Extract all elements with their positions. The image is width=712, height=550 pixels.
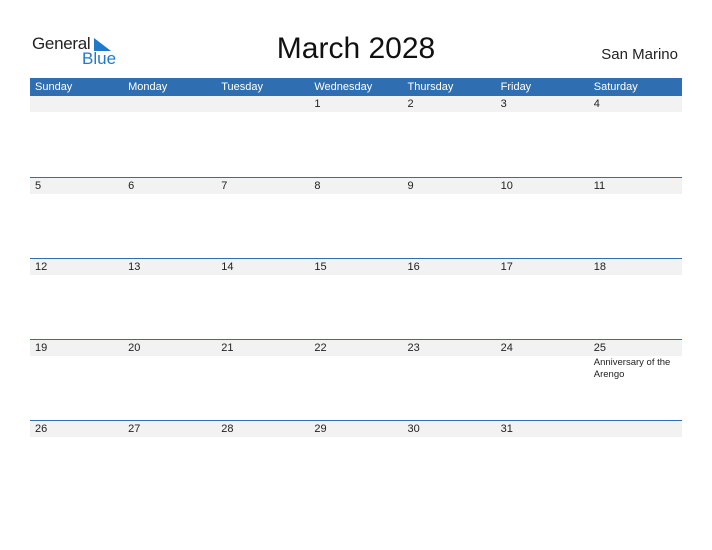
- day-cell[interactable]: 17: [496, 259, 589, 339]
- day-cell[interactable]: 22: [309, 340, 402, 420]
- day-cell[interactable]: 19: [30, 340, 123, 420]
- day-number: 10: [500, 180, 513, 192]
- day-cell[interactable]: 9: [403, 178, 496, 258]
- day-cell[interactable]: 23: [403, 340, 496, 420]
- day-cell[interactable]: [123, 96, 216, 177]
- holiday-event: Anniversary of the Arengo: [593, 357, 671, 380]
- day-number: 7: [221, 180, 228, 192]
- day-number: 6: [128, 180, 135, 192]
- day-number: 19: [35, 342, 48, 354]
- day-cell[interactable]: 4: [589, 96, 682, 177]
- week-row: 19 20 21 22 23 24 25 Anniversary of the Arengo: [30, 339, 682, 420]
- day-number: 25: [593, 342, 606, 354]
- day-number: 29: [314, 423, 327, 435]
- weekday-wednesday: Wednesday: [314, 81, 373, 93]
- week-row: 26 27 28 29 30 31: [30, 420, 682, 501]
- day-cell[interactable]: 30: [403, 421, 496, 501]
- day-number: 26: [35, 423, 48, 435]
- day-cell[interactable]: 11: [589, 178, 682, 258]
- day-number: 31: [500, 423, 513, 435]
- day-number: 16: [407, 261, 420, 273]
- day-cell[interactable]: 26: [30, 421, 123, 501]
- day-cell[interactable]: 24: [496, 340, 589, 420]
- day-number: 3: [500, 98, 507, 110]
- day-number: 18: [593, 261, 606, 273]
- weekday-sunday: Sunday: [35, 81, 73, 93]
- week-row: 5 6 7 8 9 10 11: [30, 177, 682, 258]
- day-number: 9: [407, 180, 414, 192]
- week-row: 1 2 3 4: [30, 96, 682, 177]
- day-number: 5: [35, 180, 42, 192]
- day-cell[interactable]: 12: [30, 259, 123, 339]
- day-number: 17: [500, 261, 513, 273]
- day-number: 20: [128, 342, 141, 354]
- day-number: 23: [407, 342, 420, 354]
- day-cell[interactable]: 2: [403, 96, 496, 177]
- day-number: 2: [407, 98, 414, 110]
- day-cell[interactable]: 16: [403, 259, 496, 339]
- day-number: 30: [407, 423, 420, 435]
- weekday-tuesday: Tuesday: [221, 81, 264, 93]
- day-cell[interactable]: 8: [309, 178, 402, 258]
- day-cell[interactable]: 29: [309, 421, 402, 501]
- day-number: 28: [221, 423, 234, 435]
- day-cell[interactable]: 13: [123, 259, 216, 339]
- day-number: 27: [128, 423, 141, 435]
- day-cell[interactable]: 7: [216, 178, 309, 258]
- day-cell[interactable]: 10: [496, 178, 589, 258]
- day-cell[interactable]: 20: [123, 340, 216, 420]
- day-number: 8: [314, 180, 321, 192]
- day-cell[interactable]: 14: [216, 259, 309, 339]
- weekday-header: Sunday Monday Tuesday Wednesday Thursday…: [30, 78, 682, 96]
- day-cell[interactable]: 28: [216, 421, 309, 501]
- day-cell[interactable]: 25 Anniversary of the Arengo: [589, 340, 682, 420]
- day-cell[interactable]: [589, 421, 682, 501]
- weekday-saturday: Saturday: [593, 81, 638, 93]
- week-row: 12 13 14 15 16 17 18: [30, 258, 682, 339]
- day-cell[interactable]: 31: [496, 421, 589, 501]
- day-cell[interactable]: 27: [123, 421, 216, 501]
- country-label: San Marino: [601, 46, 678, 63]
- day-cell[interactable]: [30, 96, 123, 177]
- day-cell[interactable]: 18: [589, 259, 682, 339]
- day-number: 12: [35, 261, 48, 273]
- day-number: 14: [221, 261, 234, 273]
- weekday-friday: Friday: [500, 81, 532, 93]
- day-cell[interactable]: [216, 96, 309, 177]
- day-number: 11: [593, 180, 606, 192]
- day-cell[interactable]: 6: [123, 178, 216, 258]
- day-number: 22: [314, 342, 327, 354]
- day-cell[interactable]: 5: [30, 178, 123, 258]
- day-cell[interactable]: 1: [309, 96, 402, 177]
- day-number: 13: [128, 261, 141, 273]
- calendar-grid: 1 2 3 4 5 6 7 8 9 10 11 12 13 14 15 16 17 18 19 20 21 22 23 24 2…: [30, 96, 682, 501]
- weekday-thursday: Thursday: [407, 81, 454, 93]
- day-cell[interactable]: 21: [216, 340, 309, 420]
- day-number: 24: [500, 342, 513, 354]
- day-number: 4: [593, 98, 600, 110]
- day-number: 15: [314, 261, 327, 273]
- day-cell[interactable]: 3: [496, 96, 589, 177]
- day-number: 1: [314, 98, 321, 110]
- day-cell[interactable]: 15: [309, 259, 402, 339]
- day-number: 21: [221, 342, 234, 354]
- weekday-monday: Monday: [128, 81, 168, 93]
